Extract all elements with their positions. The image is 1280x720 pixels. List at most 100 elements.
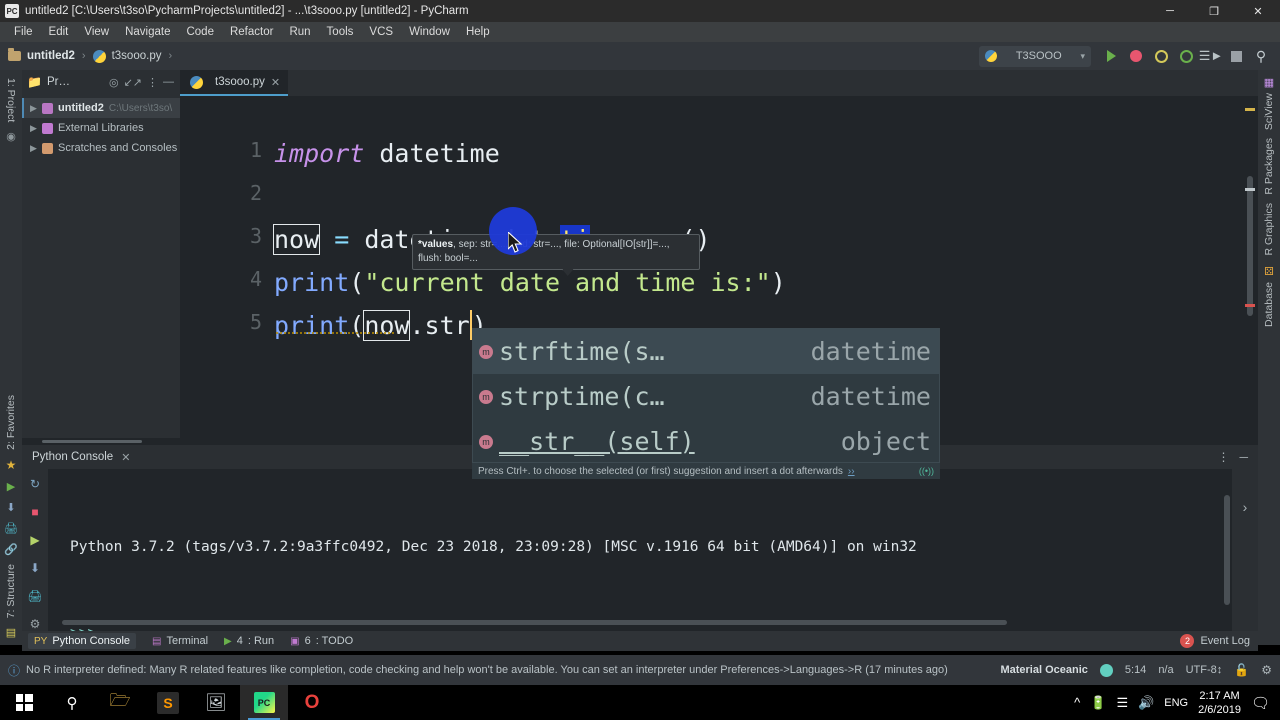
rerun-icon[interactable]: ↻ [30, 477, 40, 491]
terminal-icon: ▤ [152, 635, 162, 647]
chevron-right-icon[interactable]: ▶ [30, 103, 42, 114]
lock-icon[interactable]: 🔓 [1234, 663, 1249, 677]
library-icon [42, 122, 53, 134]
clock-time: 2:17 AM [1199, 689, 1240, 702]
sidebar-item-project[interactable]: 1: Project [5, 74, 17, 126]
system-tray: ^ 🔋 ☰ 🔊 ENG 2:17 AM 2/6/2019 🗨 [1074, 689, 1280, 717]
tool-tab-python-console[interactable]: PY Python Console [28, 633, 137, 649]
status-message[interactable]: No R interpreter defined: Many R related… [26, 664, 948, 676]
breadcrumb-file[interactable]: t3sooo.py [92, 49, 161, 63]
tool-tab-terminal[interactable]: ▤ Terminal [152, 635, 208, 647]
menu-run[interactable]: Run [281, 24, 318, 40]
taskbar-clock[interactable]: 2:17 AM 2/6/2019 [1198, 689, 1241, 717]
sidebar-item-r-packages[interactable]: R Packages [1263, 134, 1275, 199]
console-horizontal-scrollbar[interactable] [62, 620, 1007, 625]
folder-icon [42, 102, 53, 114]
caret-position[interactable]: 5:14 [1125, 664, 1146, 676]
debug-button[interactable] [1125, 45, 1147, 67]
collapse-all-icon[interactable]: ↙↗ [124, 76, 142, 89]
run-configuration-selector[interactable]: T3SOOO ▾ [979, 45, 1091, 67]
sidebar-item-favorites[interactable]: 2: Favorites [5, 391, 17, 454]
editor-scrollbar[interactable] [1244, 96, 1256, 438]
stop-button[interactable] [1225, 45, 1247, 67]
console-vertical-scrollbar[interactable] [1224, 495, 1230, 605]
event-log-area[interactable]: 2 Event Log [1180, 634, 1258, 648]
hide-icon[interactable]: ─ [1239, 450, 1248, 464]
taskbar-photos[interactable]: 🖼 [192, 685, 240, 720]
chevron-right-icon[interactable]: ▶ [30, 143, 42, 154]
close-button[interactable]: ✕ [1236, 0, 1280, 22]
execute-icon[interactable]: ▶ [30, 533, 39, 547]
hide-icon[interactable]: — [163, 76, 180, 88]
stop-icon[interactable]: ■ [31, 505, 38, 519]
breadcrumb-project[interactable]: untitled2 [8, 48, 75, 62]
chevron-right-icon[interactable]: ▶ [30, 123, 42, 134]
target-icon[interactable]: ◎ [109, 76, 119, 89]
menu-help[interactable]: Help [458, 24, 498, 40]
tree-node-scratches[interactable]: ▶ Scratches and Consoles [22, 138, 180, 158]
tool-tab-todo[interactable]: ▣ 6 : TODO [290, 635, 353, 647]
sidebar-item-structure[interactable]: 7: Structure [5, 560, 17, 622]
completion-hint-expand[interactable]: ›› [848, 466, 855, 477]
attach-debugger-icon[interactable]: ⬇ [30, 561, 40, 575]
completion-item-strptime[interactable]: m strptime(c… datetime [473, 374, 939, 419]
minimize-button[interactable]: ─ [1148, 0, 1192, 22]
scrollbar-thumb[interactable] [1247, 176, 1253, 316]
menu-refactor[interactable]: Refactor [222, 24, 281, 40]
taskbar-file-explorer[interactable]: 🗁 [96, 685, 144, 720]
language-indicator[interactable]: ENG [1164, 697, 1188, 709]
notification-icon[interactable]: 🗨 [1251, 694, 1270, 712]
menu-vcs[interactable]: VCS [361, 24, 401, 40]
options-icon[interactable]: ⋮ [1217, 450, 1229, 464]
maximize-button[interactable]: ❐ [1192, 0, 1236, 22]
code-completion-popup[interactable]: m strftime(s… datetime m strptime(c… dat… [472, 328, 940, 463]
menu-window[interactable]: Window [401, 24, 458, 40]
splitter-handle[interactable] [42, 440, 142, 443]
close-icon[interactable]: ✕ [121, 451, 130, 464]
volume-icon[interactable]: 🔊 [1138, 695, 1154, 711]
console-output[interactable]: Python 3.7.2 (tags/v3.7.2:9a3ffc0492, De… [48, 469, 1232, 641]
pycharm-app-icon: PC [5, 4, 19, 18]
line-separator[interactable]: n/a [1158, 664, 1173, 676]
close-icon[interactable]: ✕ [271, 76, 280, 89]
sidebar-item-r-graphics[interactable]: R Graphics [1263, 199, 1275, 260]
expand-icon[interactable]: › [1243, 499, 1248, 631]
tool-tab-run[interactable]: ▶ 4 : Run [224, 635, 274, 647]
run-button[interactable] [1100, 45, 1122, 67]
memory-icon[interactable]: ⚙ [1261, 663, 1272, 677]
search-everywhere-button[interactable]: ⚲ [1250, 45, 1272, 67]
menu-file[interactable]: File [6, 24, 41, 40]
profile-button[interactable] [1175, 45, 1197, 67]
tool-tab-number: 4 [236, 635, 243, 647]
menu-navigate[interactable]: Navigate [117, 24, 178, 40]
line-number: 4 [249, 267, 262, 291]
menu-edit[interactable]: Edit [41, 24, 77, 40]
run-with-console-button[interactable]: ☰► [1199, 45, 1224, 67]
theme-color-dot[interactable] [1099, 663, 1113, 677]
sidebar-item-sciview[interactable]: SciView [1263, 89, 1275, 134]
wifi-icon[interactable]: ☰ [1116, 695, 1128, 711]
completion-item-strftime[interactable]: m strftime(s… datetime [473, 329, 939, 374]
console-tab-label[interactable]: Python Console [32, 451, 113, 463]
tree-node-untitled2[interactable]: ▶ untitled2 C:\Users\t3so\ [22, 98, 180, 118]
taskbar-search[interactable]: ⚲ [48, 685, 96, 720]
tree-node-external-libraries[interactable]: ▶ External Libraries [22, 118, 180, 138]
taskbar-opera[interactable]: O [288, 685, 336, 720]
chevron-up-icon[interactable]: ^ [1074, 695, 1080, 710]
completion-item-str[interactable]: m __str__(self) object [473, 419, 939, 464]
theme-label[interactable]: Material Oceanic [1000, 664, 1087, 676]
sidebar-item-database[interactable]: Database [1263, 278, 1275, 331]
menu-view[interactable]: View [76, 24, 117, 40]
print-icon[interactable]: 🖨 [27, 589, 42, 603]
file-encoding[interactable]: UTF-8↕ [1186, 664, 1223, 676]
menu-tools[interactable]: Tools [319, 24, 362, 40]
settings-icon[interactable]: ⚙ [30, 617, 41, 631]
menu-code[interactable]: Code [178, 24, 222, 40]
editor-tab-t3sooo[interactable]: t3sooo.py ✕ [180, 70, 289, 96]
start-button[interactable] [0, 685, 48, 720]
battery-icon[interactable]: 🔋 [1090, 695, 1106, 711]
options-icon[interactable]: ⋮ [147, 76, 158, 89]
taskbar-sublime-text[interactable]: S [144, 685, 192, 720]
taskbar-pycharm[interactable]: PC [240, 685, 288, 720]
run-coverage-button[interactable] [1150, 45, 1172, 67]
